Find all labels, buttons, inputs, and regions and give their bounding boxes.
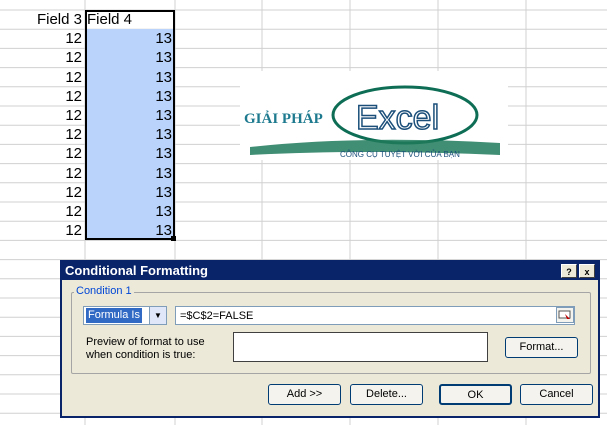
delete-button[interactable]: Delete... (350, 384, 423, 405)
preview-label: Preview of format to use when condition … (86, 336, 205, 362)
formula-value: =$C$2=FALSE (180, 310, 254, 322)
condition-label: Condition 1 (74, 285, 134, 297)
logo-tagline: CÔNG CỤ TUYỆT VỜI CỦA BẠN (340, 150, 460, 159)
preview-label-line2: when condition is true: (86, 349, 196, 361)
preview-label-line1: Preview of format to use (86, 336, 205, 348)
cancel-button[interactable]: Cancel (520, 384, 593, 405)
format-preview-box (233, 332, 488, 362)
collapse-dialog-icon[interactable] (556, 307, 574, 323)
header-field-3[interactable]: Field 3 (0, 10, 85, 29)
cell-field-3[interactable]: 12 (0, 68, 85, 87)
format-button[interactable]: Format... (505, 337, 578, 358)
fill-handle[interactable] (171, 236, 176, 241)
dialog-title: Conditional Formatting (65, 263, 208, 278)
cell-field-3[interactable]: 12 (0, 221, 85, 240)
help-button[interactable]: ? (561, 264, 577, 278)
conditional-formatting-dialog: Conditional Formatting ? x Condition 1 F… (60, 260, 600, 418)
add-button[interactable]: Add >> (268, 384, 341, 405)
close-button[interactable]: x (579, 264, 595, 278)
selection-border (85, 10, 175, 240)
cell-field-3[interactable]: 12 (0, 48, 85, 67)
cell-field-3[interactable]: 12 (0, 29, 85, 48)
cell-field-3[interactable]: 12 (0, 106, 85, 125)
giai-phap-excel-logo: GIẢI PHÁP Excel CÔNG CỤ TUYỆT VỜI CỦA BẠ… (240, 71, 508, 160)
chevron-down-icon[interactable]: ▼ (149, 307, 166, 324)
cell-field-3[interactable]: 12 (0, 87, 85, 106)
condition-type-select[interactable]: Formula Is ▼ (83, 306, 167, 325)
cell-field-3[interactable]: 12 (0, 202, 85, 221)
condition-type-value: Formula Is (86, 308, 142, 323)
ok-button[interactable]: OK (439, 384, 512, 405)
cell-field-3[interactable]: 12 (0, 164, 85, 183)
logo-graphic: GIẢI PHÁP Excel CÔNG CỤ TUYỆT VỜI CỦA BẠ… (244, 85, 500, 159)
cell-field-3[interactable]: 12 (0, 183, 85, 202)
cell-field-3[interactable]: 12 (0, 144, 85, 163)
cell-field-3[interactable]: 12 (0, 125, 85, 144)
dialog-titlebar[interactable]: Conditional Formatting ? x (62, 262, 598, 280)
formula-input[interactable]: =$C$2=FALSE (175, 306, 575, 325)
logo-brand-left: GIẢI PHÁP (244, 110, 323, 127)
logo-brand-main: Excel (356, 99, 439, 137)
